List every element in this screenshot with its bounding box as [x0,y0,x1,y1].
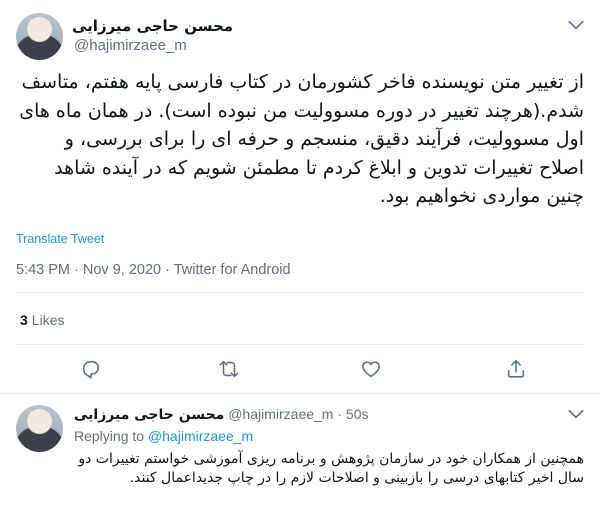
author-display-name[interactable]: محسن حاجی میرزایی [72,17,233,35]
share-icon[interactable] [505,358,529,382]
replying-to-handle-link[interactable]: @hajimirzaee_m [148,428,253,444]
replying-to-label: Replying to [74,428,145,444]
author-handle[interactable]: @hajimirzaee_m [74,37,187,54]
chevron-down-icon[interactable] [566,404,586,424]
reply-header: محسن حاجی میرزایی @hajimirzaee_m · 50s [74,406,369,423]
divider [16,292,584,293]
reply-tweet-text: همچنین از همکاران خود در سازمان پژوهش و … [78,451,584,486]
likes-label: Likes [31,312,65,328]
heart-icon[interactable] [360,358,384,382]
likes-count: 3 [20,312,28,328]
tweet-timestamp[interactable]: 5:43 PM · Nov 9, 2020 · Twitter for Andr… [16,262,291,278]
translate-tweet-link[interactable]: Translate Tweet [16,232,104,246]
avatar[interactable] [16,405,63,452]
reply-author-display-name[interactable]: محسن حاجی میرزایی [74,407,224,423]
chevron-down-icon[interactable] [566,15,586,35]
avatar[interactable] [16,13,63,60]
likes-stat[interactable]: 3 Likes [20,312,64,328]
reply-icon[interactable] [80,358,104,382]
retweet-icon[interactable] [218,358,242,382]
divider [16,344,584,345]
reply-timestamp[interactable]: 50s [346,406,369,422]
divider [0,393,600,394]
reply-author-handle[interactable]: @hajimirzaee_m [228,406,333,422]
tweet-text: از تغییر متن نویسنده فاخر کشورمان در کتا… [19,71,584,207]
replying-to: Replying to @hajimirzaee_m [74,428,253,444]
